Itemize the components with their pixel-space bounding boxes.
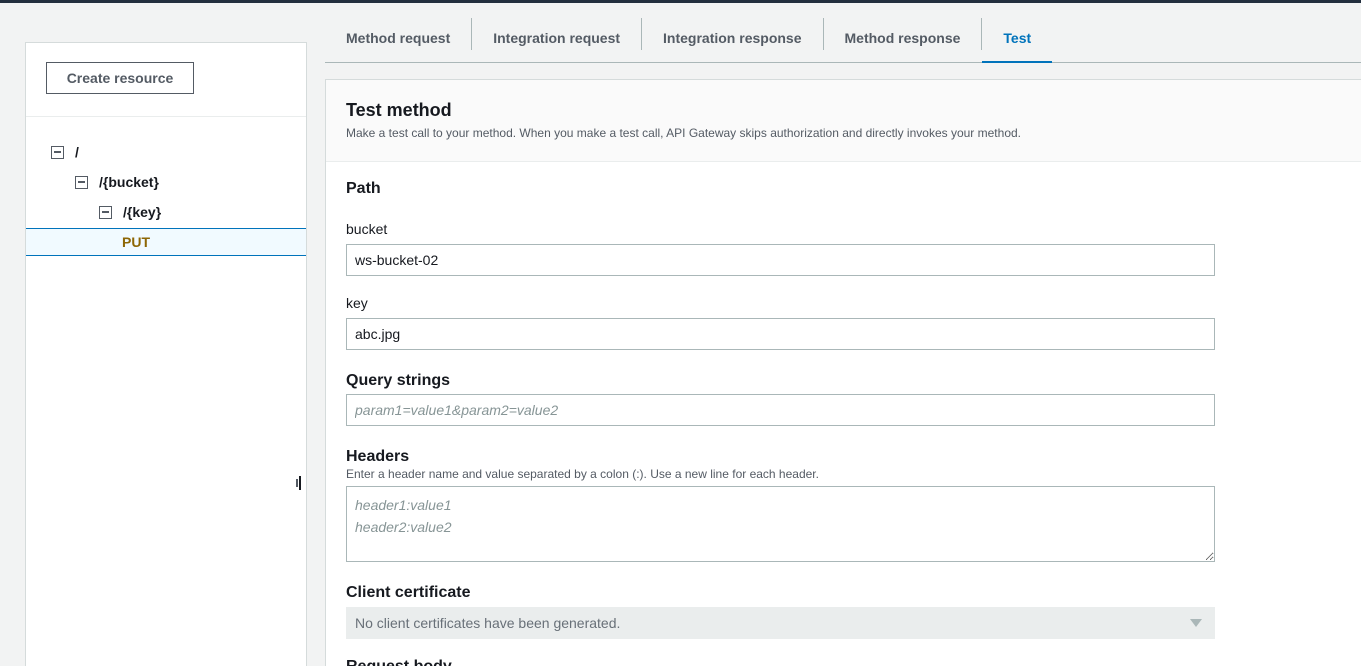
test-method-panel: Test method Make a test call to your met… — [325, 79, 1361, 666]
test-method-header: Test method Make a test call to your met… — [326, 80, 1361, 162]
tree-item-put-method[interactable]: PUT — [26, 228, 306, 256]
resources-panel-header: Create resource — [26, 43, 306, 117]
collapse-icon[interactable] — [99, 205, 112, 219]
path-section-title: Path — [346, 180, 381, 197]
headers-hint: Enter a header name and value separated … — [346, 467, 819, 481]
panel-resize-handle[interactable] — [296, 476, 302, 490]
tab-integration-response[interactable]: Integration response — [642, 14, 822, 62]
method-tabs: Method request Integration request Integ… — [325, 14, 1361, 63]
tab-test[interactable]: Test — [982, 14, 1052, 63]
bucket-input[interactable] — [346, 244, 1215, 276]
resources-panel: Create resource / /{bucket} /{key} PUT — [25, 42, 307, 666]
tree-item-label: /{bucket} — [99, 174, 159, 190]
tab-method-request[interactable]: Method request — [325, 14, 471, 62]
query-strings-title: Query strings — [346, 372, 451, 389]
method-label: PUT — [122, 234, 150, 250]
tab-method-response[interactable]: Method response — [824, 14, 982, 62]
tree-item-label: / — [75, 144, 79, 160]
client-certificate-title: Client certificate — [346, 584, 471, 601]
key-input[interactable] — [346, 318, 1215, 350]
tree-item-root[interactable]: / — [26, 138, 306, 166]
bucket-label: bucket — [346, 221, 388, 237]
key-label: key — [346, 295, 368, 311]
tree-item-label: /{key} — [123, 204, 162, 220]
caret-down-icon — [1190, 619, 1202, 627]
page-description: Make a test call to your method. When yo… — [346, 126, 1021, 140]
tab-integration-request[interactable]: Integration request — [472, 14, 641, 62]
request-body-title: Request body — [346, 658, 452, 666]
create-resource-button[interactable]: Create resource — [46, 62, 194, 94]
tree-item-key[interactable]: /{key} — [26, 198, 306, 226]
collapse-icon[interactable] — [75, 175, 88, 189]
top-bar — [0, 0, 1361, 3]
page-title: Test method — [346, 100, 452, 120]
client-certificate-select[interactable]: No client certificates have been generat… — [346, 607, 1215, 639]
tree-item-bucket[interactable]: /{bucket} — [26, 168, 306, 196]
client-certificate-value: No client certificates have been generat… — [355, 615, 621, 631]
headers-textarea[interactable] — [346, 486, 1215, 562]
headers-title: Headers — [346, 448, 410, 465]
query-strings-input[interactable] — [346, 394, 1215, 426]
collapse-icon[interactable] — [51, 145, 64, 159]
